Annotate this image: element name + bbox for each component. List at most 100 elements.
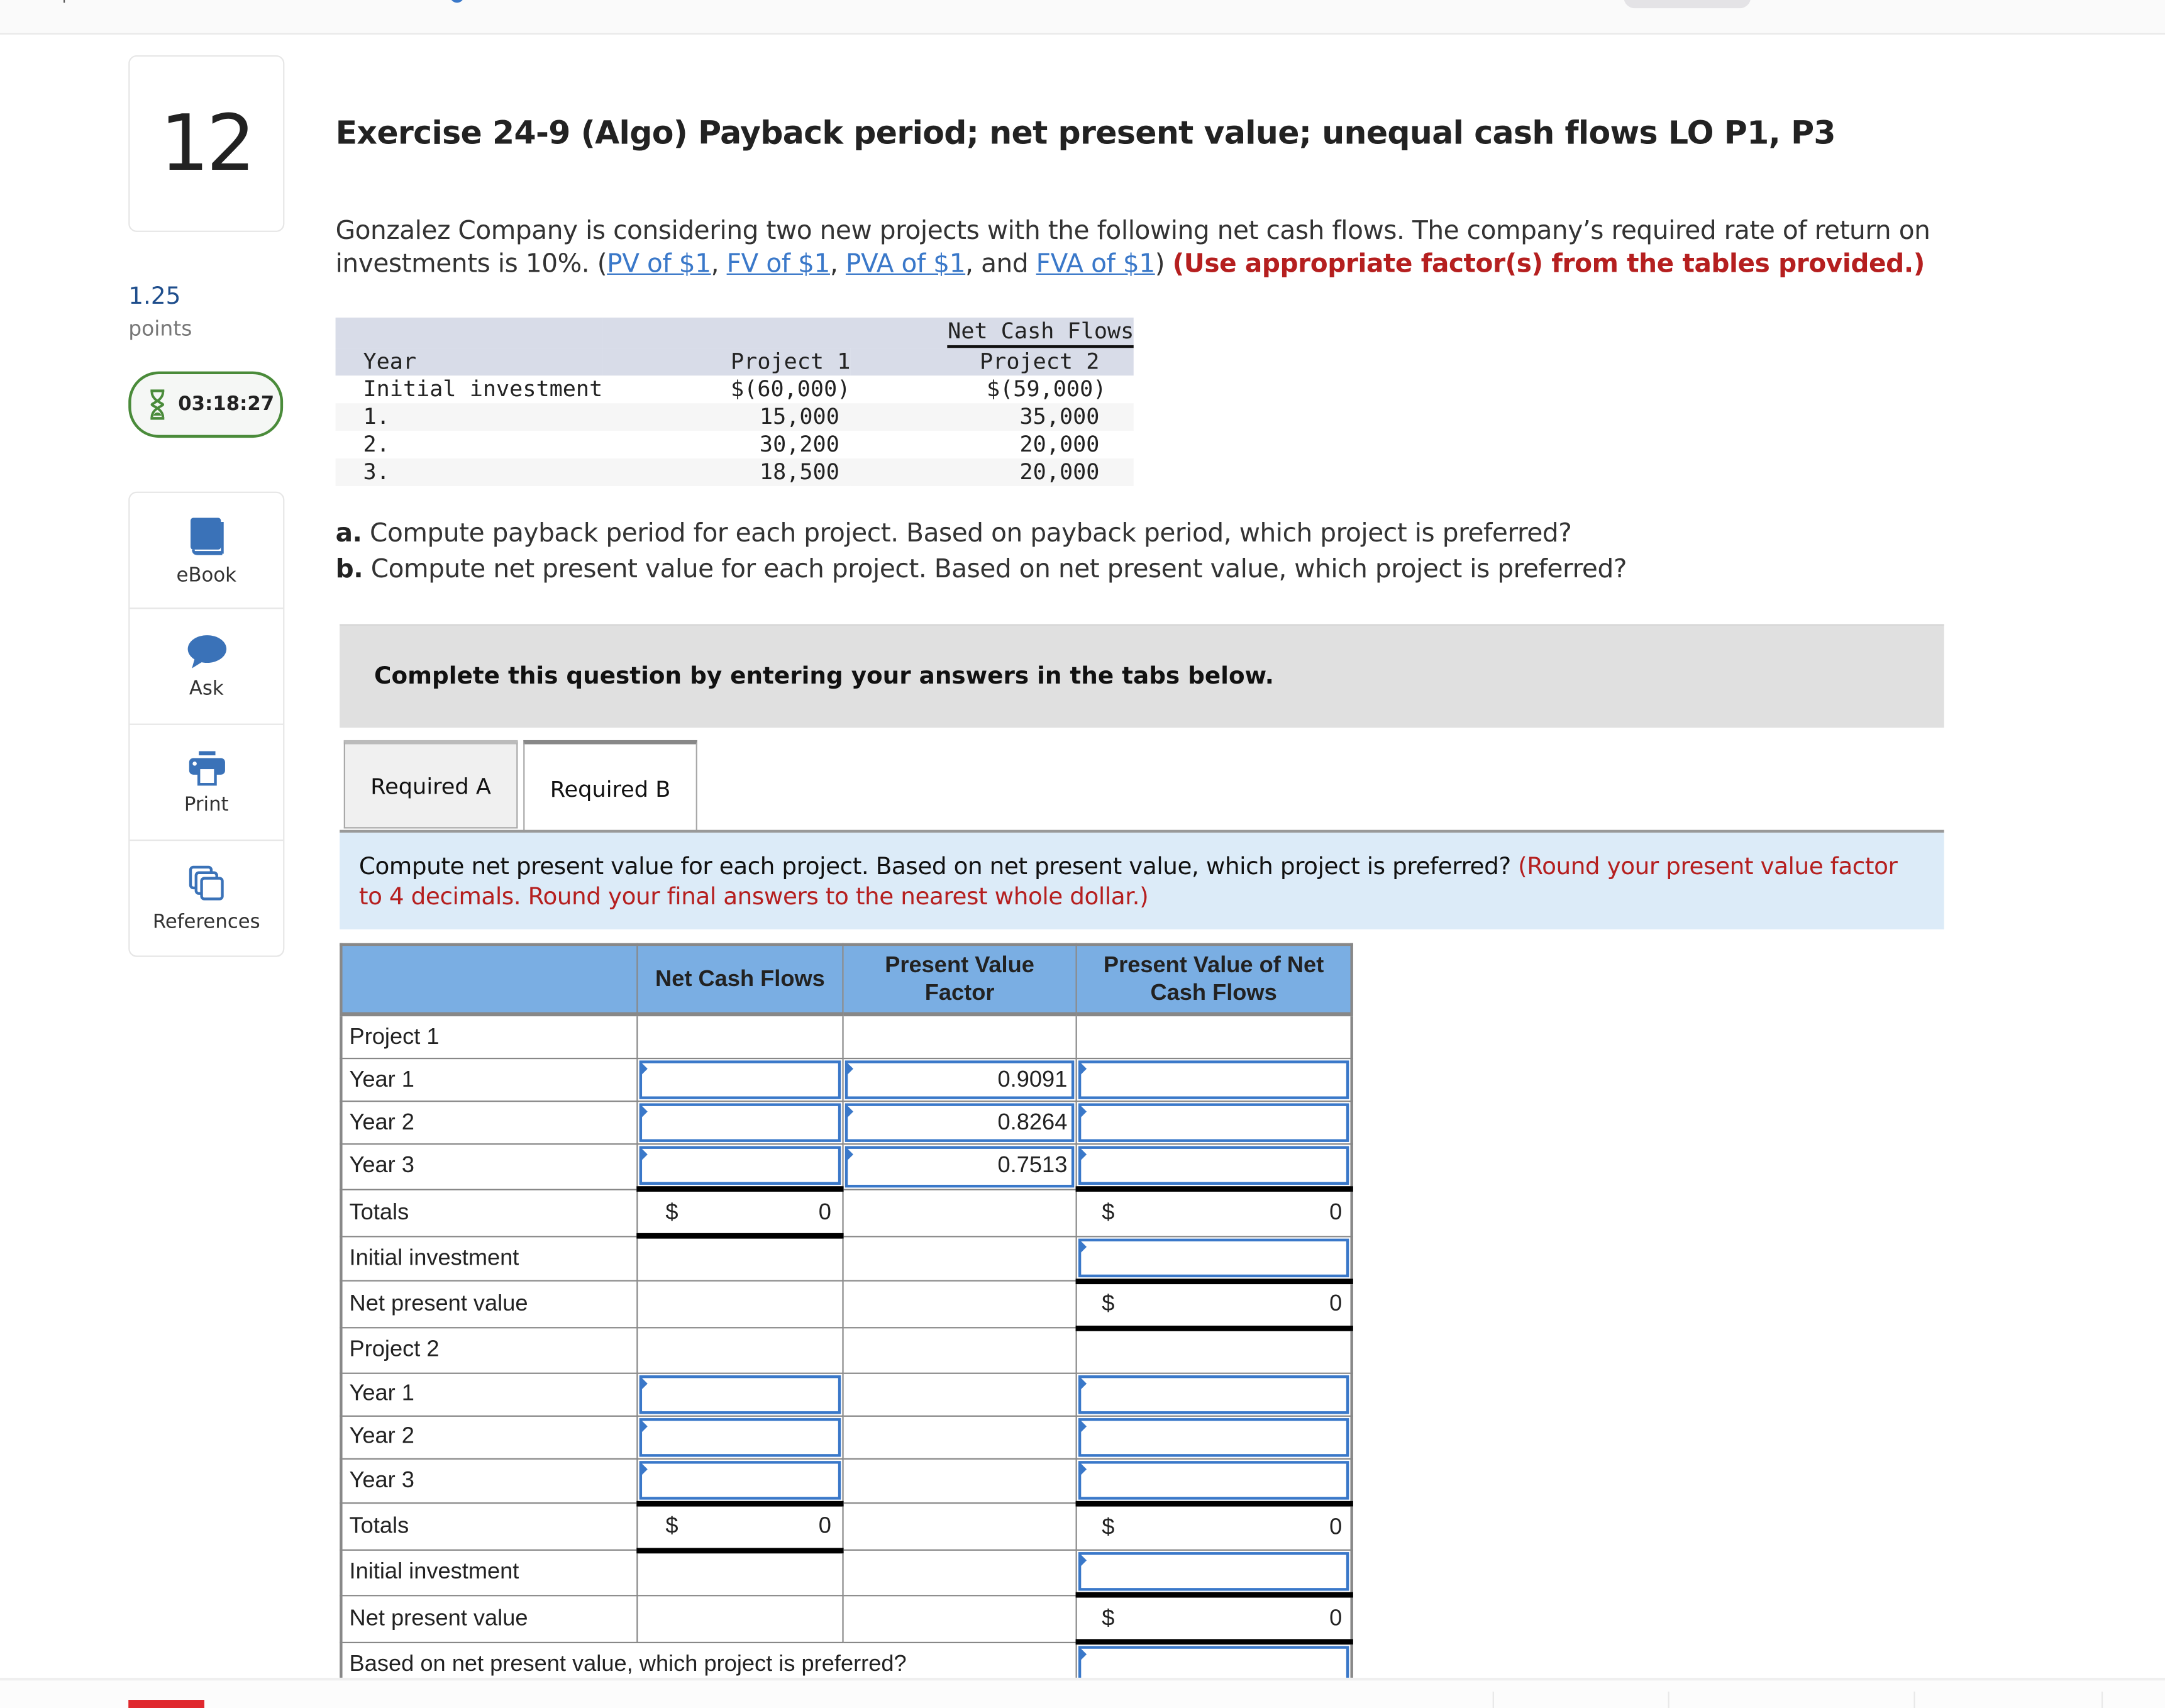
project-2-value: $(59,000) [987,375,1107,402]
p2-year-3-cash-flow-input[interactable] [639,1460,841,1499]
project-2-value: 20,000 [1019,458,1100,485]
row-label: Net present value [340,1594,638,1643]
references-button[interactable]: References [130,841,283,955]
references-label: References [152,911,260,933]
project-2-header: Project 2 [980,348,1100,375]
p1-year-1-cash-flow-input[interactable] [639,1060,841,1099]
link-fv-of-1[interactable]: FV of $1 [727,250,831,279]
instruction-text: Complete this question by entering your … [374,662,1274,690]
p2-year-1-cash-flow-input[interactable] [639,1374,841,1414]
separator: , and [965,250,1036,279]
p2-npv-value: 0 [1329,1605,1343,1631]
question-number: 12 [160,98,255,189]
ebook-label: eBook [176,563,236,587]
points-value: 1.25 [128,283,181,311]
p2-year-2-pv-input[interactable] [1078,1417,1349,1456]
intro-instruction: (Use appropriate factor(s) from the tabl… [1172,250,1925,279]
tab-prompt-text: Compute net present value for each proje… [358,853,1519,881]
project-1-value: $(60,000) [731,375,851,402]
p1-year-3-factor-input[interactable]: 0.7513 [844,1146,1075,1187]
top-bar-divider [64,0,65,3]
speech-bubble-icon [187,634,226,668]
cash-flows-header-row: Year Project 1 Project 2 [335,348,1134,376]
p1-npv-value: 0 [1329,1291,1343,1316]
currency-symbol: $ [665,1199,678,1224]
requirement-tabs: Required A Required B [343,740,697,833]
p1-year-2-factor-input[interactable]: 0.8264 [844,1103,1075,1142]
footer-divider [1492,1691,1494,1708]
p1-year-3-pv-input[interactable] [1078,1146,1349,1185]
p1-year-1-row: Year 1 0.9091 [340,1057,1353,1102]
requirement-a-label: a. [335,519,362,548]
link-fva-of-1[interactable]: FVA of $1 [1036,250,1156,279]
row-label: Year 3 [340,1457,638,1504]
link-pv-of-1[interactable]: PV of $1 [607,250,711,279]
table-row: 2. 30,200 20,000 [336,431,1134,458]
page: 12 1.25 points 03:18:27 eBook Ask Print … [0,0,2165,1708]
top-bar [0,0,2165,35]
project-2-value: 20,000 [1019,431,1100,457]
row-label: Year 3 [340,1143,638,1190]
project-1-row: Project 1 [340,1013,1353,1060]
row-label: Year 1 [340,1057,638,1102]
exercise-title: Exercise 24-9 (Algo) Payback period; net… [335,116,1836,152]
cash-flows-table: Net Cash Flows Year Project 1 Project 2 … [335,318,1134,486]
p1-year-2-row: Year 2 0.8264 [340,1101,1353,1145]
footer-divider [1668,1691,1669,1708]
tab-required-a[interactable]: Required A [343,740,518,829]
p1-year-2-cash-flow-input[interactable] [639,1103,841,1142]
p1-total-pv: 0 [1329,1200,1343,1226]
p2-initial-investment-row: Initial investment [340,1549,1353,1598]
link-pva-of-1[interactable]: PVA of $1 [846,250,966,279]
book-icon [189,517,223,555]
p1-year-1-factor-input[interactable]: 0.9091 [844,1060,1075,1099]
row-label: Year 2 [340,1414,638,1459]
printer-icon [188,750,224,785]
footer-bar [0,1677,2165,1708]
ask-label: Ask [189,677,224,700]
row-label: Year 2 [340,1101,638,1145]
p2-initial-investment-input[interactable] [1078,1552,1349,1591]
net-cash-flows-header: Net Cash Flows [948,318,1134,348]
input-value: 0.7513 [997,1153,1068,1178]
row-label: Net present value [340,1280,638,1329]
requirement-a-text: Compute payback period for each project.… [362,519,1572,548]
top-bar-button[interactable] [1624,0,1751,9]
p2-year-1-row: Year 1 [340,1372,1353,1416]
header-pv-net-cash-flows: Present Value of Net Cash Flows [1075,943,1353,1017]
p2-year-1-pv-input[interactable] [1078,1374,1349,1414]
project-1-value: 18,500 [759,458,839,485]
currency-symbol: $ [1102,1291,1115,1316]
project-1-value: 15,000 [759,403,839,430]
requirement-a: a. Compute payback period for each proje… [336,516,1627,552]
documents-icon [188,865,223,900]
print-button[interactable]: Print [130,725,284,841]
year-header: Year [363,348,417,375]
p1-initial-investment-input[interactable] [1078,1238,1349,1277]
project-1-header: Project 1 [731,348,851,375]
input-value: 0.9091 [997,1067,1068,1092]
p2-year-3-pv-input[interactable] [1078,1460,1349,1499]
p1-year-1-pv-input[interactable] [1078,1060,1349,1099]
points-label: points [128,316,192,341]
tab-prompt: Compute net present value for each proje… [340,833,1944,929]
hourglass-icon [150,389,165,420]
p2-year-2-cash-flow-input[interactable] [639,1417,841,1456]
tab-required-b[interactable]: Required B [523,740,697,833]
p1-year-2-pv-input[interactable] [1078,1103,1349,1142]
p2-totals-row: Totals $0 $0 [340,1502,1353,1553]
ask-button[interactable]: Ask [130,609,284,725]
progress-indicator-dot [450,0,464,3]
header-pv-factor: Present Value Factor [842,943,1077,1017]
p1-year-3-cash-flow-input[interactable] [639,1146,841,1185]
table-row: 1. 15,000 35,000 [335,403,1134,431]
timer-text: 03:18:27 [178,393,275,416]
ebook-button[interactable]: eBook [130,493,284,609]
problem-intro: Gonzalez Company is considering two new … [336,216,2034,282]
question-number-card: 12 [128,55,285,232]
p1-totals-row: Totals $0 $0 [340,1188,1353,1239]
row-label: 1. [363,403,390,430]
p2-total-pv: 0 [1329,1514,1343,1539]
project-2-row: Project 2 [340,1327,1353,1373]
project-2-label: Project 2 [340,1327,638,1373]
